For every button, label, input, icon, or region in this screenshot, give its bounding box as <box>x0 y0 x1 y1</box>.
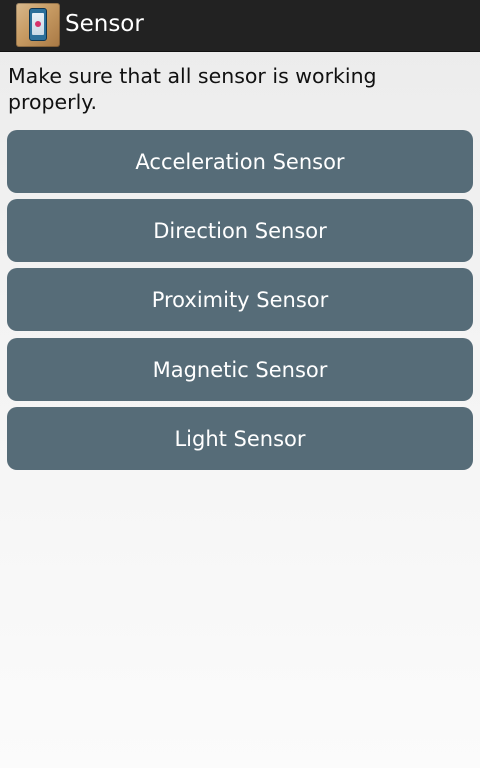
app-icon[interactable] <box>16 3 60 47</box>
magnetic-sensor-button[interactable]: Magnetic Sensor <box>7 338 473 401</box>
direction-sensor-button[interactable]: Direction Sensor <box>7 199 473 262</box>
acceleration-sensor-button[interactable]: Acceleration Sensor <box>7 130 473 193</box>
phone-screen <box>32 13 44 35</box>
sensor-dot <box>35 21 41 27</box>
proximity-sensor-button[interactable]: Proximity Sensor <box>7 268 473 331</box>
app-title: Sensor <box>65 11 144 37</box>
light-sensor-button[interactable]: Light Sensor <box>7 407 473 470</box>
action-bar: Sensor <box>0 0 480 52</box>
instruction-text: Make sure that all sensor is working pro… <box>8 64 377 114</box>
phone-icon <box>29 8 47 41</box>
